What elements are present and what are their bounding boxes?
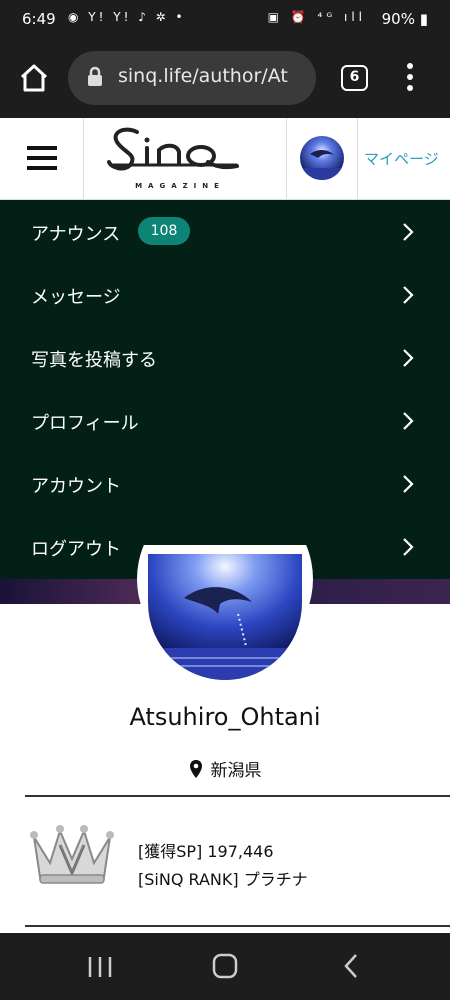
sinq-rank: [SiNQ RANK] プラチナ [138,870,308,889]
chevron-right-icon [401,222,415,247]
status-bar: 6:49 ◉ Y! Y! ♪ ✲ • ▣ ⏰ ⁴ᴳ ıll 90% ▮ [0,0,450,38]
system-nav-bar [0,933,450,1000]
more-options-icon[interactable] [400,60,420,96]
crown-icon [26,819,118,891]
home-nav-icon[interactable] [205,951,245,981]
menu-item-label: プロフィール [31,413,139,434]
menu-item-announce[interactable]: アナウンス 108 [0,200,450,263]
logo-wordmark [107,127,239,171]
menu-item-label: アナウンス [31,224,121,245]
chevron-right-icon [401,285,415,310]
notification-icons: ◉ Y! Y! ♪ ✲ • [68,10,186,24]
profile-username: Atsuhiro_Ohtani [129,703,321,731]
url-text: sinq.life/author/At [118,65,288,87]
site-header: MAGAZINE マイページ [0,118,450,200]
announce-count-badge: 108 [138,217,190,245]
chevron-right-icon [401,411,415,436]
rank-panel: [獲得SP] 197,446 [SiNQ RANK] プラチナ [0,797,450,925]
mypage-link[interactable]: マイページ [364,148,439,169]
user-dropdown-menu: アナウンス 108 メッセージ 写真を投稿する プロフィール アカウント ログア… [0,200,450,579]
menu-item-message[interactable]: メッセージ [0,263,450,326]
menu-item-label: メッセージ [31,287,121,308]
back-icon[interactable] [332,951,372,981]
menu-item-label: 写真を投稿する [31,350,157,371]
menu-item-post-photo[interactable]: 写真を投稿する [0,326,450,389]
browser-toolbar: sinq.life/author/At 6 [0,38,450,118]
hamburger-menu-icon[interactable] [0,118,84,199]
lock-icon [86,66,104,92]
location-text: 新潟県 [210,761,262,781]
address-bar[interactable]: sinq.life/author/At [68,51,316,105]
chevron-right-icon [401,348,415,373]
chevron-right-icon [401,474,415,499]
user-avatar[interactable] [300,136,344,180]
menu-item-label: アカウント [31,476,121,497]
chevron-right-icon [401,537,415,562]
tab-switcher-button[interactable]: 6 [341,65,368,91]
site-logo[interactable]: MAGAZINE [85,118,287,199]
system-icons: ▣ ⏰ ⁴ᴳ ıll [267,10,366,24]
location-pin-icon [189,759,203,784]
home-icon[interactable] [14,58,54,98]
battery-level: 90% ▮ [381,10,428,28]
recent-apps-icon[interactable] [80,951,120,981]
status-time: 6:49 [22,10,56,28]
logo-subtitle: MAGAZINE [135,182,225,190]
menu-item-label: ログアウト [31,539,121,560]
profile-location: 新潟県 [0,756,450,784]
menu-item-profile[interactable]: プロフィール [0,389,450,452]
sp-points: [獲得SP] 197,446 [138,842,274,861]
menu-item-account[interactable]: アカウント [0,452,450,515]
